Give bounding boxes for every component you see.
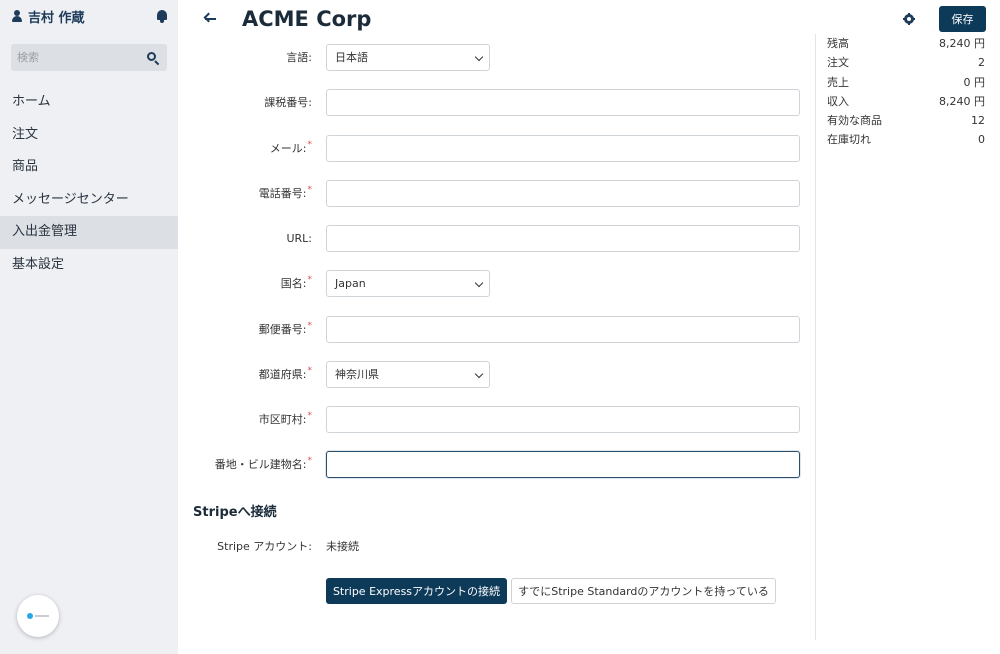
search-input[interactable] bbox=[17, 51, 147, 64]
search-icon[interactable] bbox=[147, 51, 160, 65]
stat-value: 12 bbox=[971, 114, 985, 128]
connect-stripe-express-button[interactable]: Stripe Expressアカウントの接続 bbox=[326, 578, 507, 604]
stat-row: 有効な商品 12 bbox=[827, 111, 985, 130]
language-label: 言語: bbox=[286, 51, 312, 64]
url-label: URL: bbox=[286, 232, 312, 245]
user-menu[interactable]: 吉村 作蔵 bbox=[12, 6, 168, 26]
form-row-phone: 電話番号:* bbox=[182, 180, 812, 207]
prefecture-label: 都道府県:* bbox=[258, 366, 312, 381]
city-label: 市区町村:* bbox=[258, 411, 312, 426]
country-select-value: Japan bbox=[335, 277, 366, 290]
form-row-country: 国名:* Japan bbox=[182, 270, 812, 297]
email-label: メール:* bbox=[269, 140, 312, 155]
app-logo[interactable] bbox=[17, 595, 59, 637]
prefecture-select[interactable]: 神奈川県 bbox=[326, 361, 490, 388]
stat-label: 収入 bbox=[827, 94, 849, 108]
stat-row: 注文 2 bbox=[827, 53, 985, 72]
stat-value: 0 円 bbox=[963, 75, 986, 89]
email-field[interactable] bbox=[326, 135, 800, 162]
chevron-down-icon bbox=[474, 369, 484, 379]
sidebar-nav: ホーム 注文 商品 メッセージセンター 入出金管理 基本設定 bbox=[0, 86, 178, 281]
stripe-account-label: Stripe アカウント: bbox=[217, 540, 312, 553]
url-field[interactable] bbox=[326, 225, 800, 252]
language-select[interactable]: 日本語 bbox=[326, 44, 490, 71]
country-label: 国名:* bbox=[280, 275, 312, 290]
phone-label: 電話番号:* bbox=[258, 185, 312, 200]
sidebar-item-home[interactable]: ホーム bbox=[0, 86, 178, 119]
form-row-tax-number: 課税番号: bbox=[182, 89, 812, 116]
form-row-prefecture: 都道府県:* 神奈川県 bbox=[182, 361, 812, 388]
chevron-down-icon bbox=[474, 52, 484, 62]
stat-value: 2 bbox=[978, 56, 985, 70]
stat-row: 収入 8,240 円 bbox=[827, 92, 985, 111]
search-box bbox=[11, 44, 167, 71]
stat-label: 有効な商品 bbox=[827, 114, 882, 128]
sidebar-item-products[interactable]: 商品 bbox=[0, 151, 178, 184]
page-title: ACME Corp bbox=[242, 7, 372, 31]
chevron-down-icon bbox=[474, 278, 484, 288]
sidebar: 吉村 作蔵 ホーム 注文 商品 メッセージセンター 入出金管理 基本設定 bbox=[0, 0, 178, 654]
prefecture-select-value: 神奈川県 bbox=[335, 368, 379, 381]
logo-bar bbox=[35, 615, 49, 617]
country-select[interactable]: Japan bbox=[326, 270, 490, 297]
stat-row: 在庫切れ 0 bbox=[827, 130, 985, 149]
have-stripe-standard-button[interactable]: すでにStripe Standardのアカウントを持っている bbox=[511, 578, 776, 604]
form-row-city: 市区町村:* bbox=[182, 406, 812, 433]
bell-icon[interactable] bbox=[156, 9, 168, 23]
sidebar-item-settings[interactable]: 基本設定 bbox=[0, 249, 178, 282]
sidebar-item-payments[interactable]: 入出金管理 bbox=[0, 216, 178, 249]
back-arrow-icon[interactable] bbox=[203, 12, 219, 26]
stripe-account-status: 未接続 bbox=[326, 540, 359, 553]
form-row-address: 番地・ビル建物名:* bbox=[182, 451, 812, 478]
postal-code-field[interactable] bbox=[326, 316, 800, 343]
address-label: 番地・ビル建物名:* bbox=[214, 456, 312, 471]
language-select-value: 日本語 bbox=[335, 51, 368, 64]
sidebar-item-orders[interactable]: 注文 bbox=[0, 119, 178, 152]
stats-panel: 残高 8,240 円 注文 2 売上 0 円 収入 8,240 円 有効な商品 12 在庫… bbox=[815, 34, 985, 640]
stat-value: 8,240 円 bbox=[939, 37, 985, 50]
gear-icon[interactable] bbox=[903, 13, 915, 25]
address-field[interactable] bbox=[326, 451, 800, 478]
stat-row: 残高 8,240 円 bbox=[827, 34, 985, 53]
form-row-language: 言語: 日本語 bbox=[182, 44, 812, 71]
form-row-postal-code: 郵便番号:* bbox=[182, 316, 812, 343]
form-row-url: URL: bbox=[182, 225, 812, 252]
save-button[interactable]: 保存 bbox=[939, 6, 986, 32]
stripe-section-title: Stripeへ接続 bbox=[193, 505, 277, 520]
stat-label: 注文 bbox=[827, 56, 849, 70]
tax-number-field[interactable] bbox=[326, 89, 800, 116]
stat-label: 売上 bbox=[827, 75, 849, 89]
stat-value: 8,240 円 bbox=[939, 94, 985, 108]
stat-row: 売上 0 円 bbox=[827, 73, 985, 92]
stat-value: 0 bbox=[978, 133, 985, 147]
sidebar-item-message-center[interactable]: メッセージセンター bbox=[0, 184, 178, 217]
logo-dot bbox=[27, 613, 33, 619]
postal-code-label: 郵便番号:* bbox=[258, 321, 312, 336]
user-icon bbox=[12, 10, 22, 22]
user-name: 吉村 作蔵 bbox=[28, 10, 85, 26]
phone-field[interactable] bbox=[326, 180, 800, 207]
stat-label: 残高 bbox=[827, 37, 849, 50]
form-row-email: メール:* bbox=[182, 135, 812, 162]
stat-label: 在庫切れ bbox=[827, 133, 871, 147]
city-field[interactable] bbox=[326, 406, 800, 433]
tax-number-label: 課税番号: bbox=[264, 96, 312, 109]
